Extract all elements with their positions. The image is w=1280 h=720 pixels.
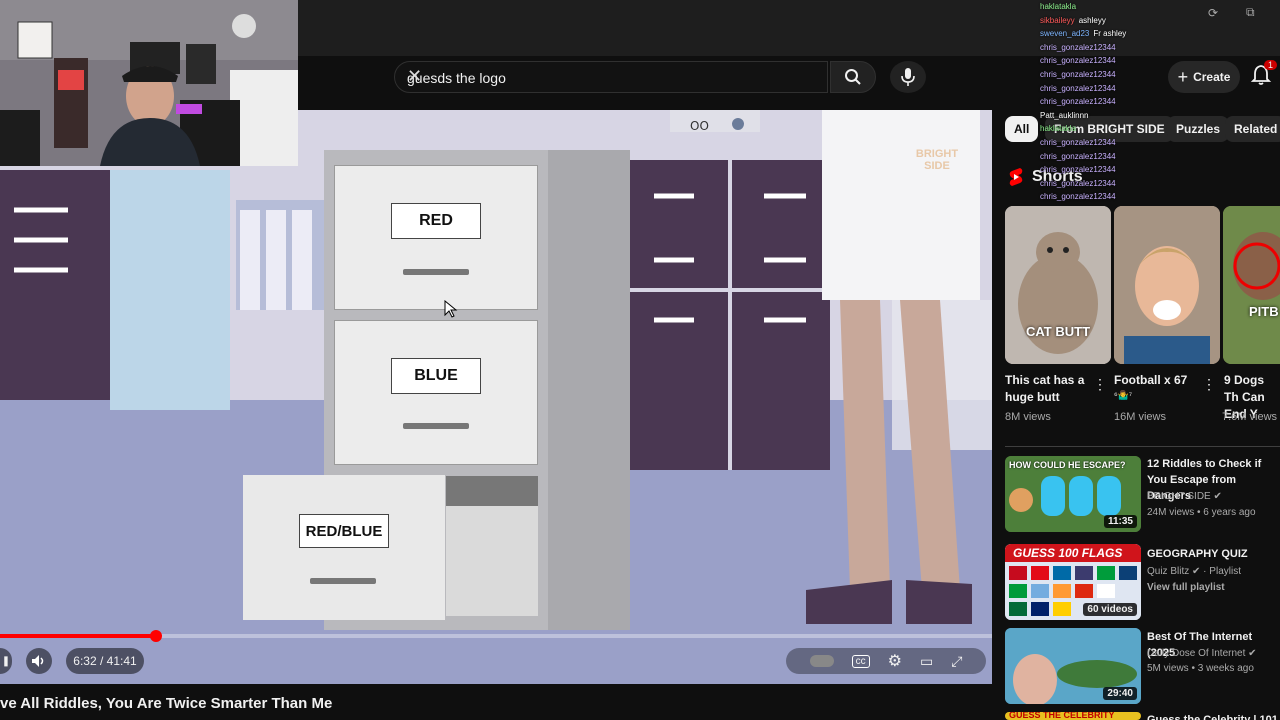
video-thumbnail[interactable]: HOW COULD HE ESCAPE? 11:35 xyxy=(1005,456,1141,532)
microphone-icon xyxy=(901,68,915,86)
channel-name[interactable]: Daily Dose Of Internet ✔ xyxy=(1147,648,1257,659)
channel-name[interactable]: Quiz Blitz ✔ · Playlist xyxy=(1147,566,1241,577)
chip-related[interactable]: Related xyxy=(1225,116,1280,142)
short-card-cat[interactable]: CAT BUTT xyxy=(1005,206,1111,364)
video-thumbnail[interactable]: 29:40 xyxy=(1005,628,1141,704)
fullscreen-icon[interactable]: ⤢ xyxy=(951,653,962,670)
chat-message: chris_gonzalez12344 xyxy=(1040,192,1116,202)
chat-message: haklatakla xyxy=(1040,124,1077,134)
extension-icon[interactable]: ⟳ xyxy=(1208,6,1218,20)
window-restore-icon[interactable]: ⧉ xyxy=(1246,5,1255,20)
video-meta: 24M views • 6 years ago xyxy=(1147,507,1256,518)
video-meta: 5M views • 3 weeks ago xyxy=(1147,663,1254,674)
chat-message: haklatakla xyxy=(1040,2,1077,11)
right-controls: cc ⚙ ▭ ⤢ xyxy=(786,648,986,674)
more-options-icon[interactable]: ⋮ xyxy=(1202,376,1216,393)
short-views: 8M views xyxy=(1005,411,1051,423)
chat-message: chris_gonzalez12344 xyxy=(1040,42,1116,52)
more-options-icon[interactable]: ⋮ xyxy=(1093,376,1107,393)
video-title: ve All Riddles, You Are Twice Smarter Th… xyxy=(0,695,333,712)
stream-chat-overlay: haklatakla sikbaileyy ashleyy sweven_ad23 Fr… xyxy=(1040,0,1190,220)
playlist-thumbnail[interactable]: GUESS 100 FLAGS 60 videos xyxy=(1005,544,1141,620)
short-overlay-text: PITB xyxy=(1249,304,1279,319)
progress-bar[interactable] xyxy=(0,634,992,638)
divider xyxy=(1005,446,1280,447)
playlist-count-badge: 60 videos xyxy=(1083,603,1137,616)
duration-badge: 29:40 xyxy=(1103,687,1137,700)
verified-icon: ✔ xyxy=(1213,491,1222,502)
chat-message: chris_gonzalez12344 xyxy=(1040,178,1116,188)
view-playlist-link[interactable]: View full playlist xyxy=(1147,582,1225,593)
drawer-handle xyxy=(310,578,376,584)
short-title[interactable]: Football x 67 xyxy=(1114,372,1200,389)
video-title-link[interactable]: Guess the Celebrity | 101 xyxy=(1147,712,1280,720)
channel-name[interactable]: BRIGHT SIDE ✔ xyxy=(1147,491,1222,502)
label-red: RED xyxy=(391,203,481,239)
short-views: 7.6M views xyxy=(1222,411,1278,423)
search-icon xyxy=(845,69,861,85)
drawer-handle xyxy=(403,269,469,275)
video-player[interactable]: OO RED BLUE RED/BLUE BRIGHT SIDE xyxy=(0,110,992,684)
progress-played xyxy=(0,634,156,638)
notification-badge: 1 xyxy=(1264,60,1278,70)
chat-message: chris_gonzalez12344 xyxy=(1040,56,1116,66)
chat-message: chris_gonzalez12344 xyxy=(1040,69,1116,79)
settings-gear-icon[interactable]: ⚙ xyxy=(888,651,902,671)
svg-text:OO: OO xyxy=(690,119,709,133)
time-display: 6:32 / 41:41 xyxy=(66,648,144,674)
chat-message: chris_gonzalez12344 xyxy=(1040,83,1116,93)
volume-button[interactable] xyxy=(26,648,52,674)
autoplay-toggle[interactable] xyxy=(809,655,834,667)
miniplayer-icon[interactable]: ▭ xyxy=(920,653,933,670)
search-bar[interactable]: guesds the logo ✕ xyxy=(394,61,828,93)
thumb-text: HOW COULD HE ESCAPE? xyxy=(1009,460,1126,470)
drawer-handle xyxy=(403,423,469,429)
short-card-dogs[interactable]: PITB xyxy=(1223,206,1280,364)
chat-message: chris_gonzalez12344 xyxy=(1040,137,1116,147)
pause-icon: ❚ xyxy=(1,655,11,667)
volume-icon xyxy=(32,655,44,667)
label-redblue: RED/BLUE xyxy=(299,514,389,548)
verified-icon: ✔ xyxy=(1192,566,1201,577)
short-views: 16M views xyxy=(1114,411,1166,423)
label-blue: BLUE xyxy=(391,358,481,394)
search-button[interactable] xyxy=(830,61,876,93)
chat-message: sweven_ad23 Fr ashley xyxy=(1040,29,1127,39)
thumb-text: GUESS 100 FLAGS xyxy=(1013,546,1123,560)
chat-message: Patt_auklinnn xyxy=(1040,110,1089,120)
captions-icon[interactable]: cc xyxy=(851,654,870,668)
channel-watermark: BRIGHT SIDE xyxy=(915,148,959,172)
video-thumbnail[interactable]: GUESS THE CELEBRITY xyxy=(1005,712,1141,720)
chip-all[interactable]: All xyxy=(1005,116,1039,142)
chat-message: sikbaileyy ashleyy xyxy=(1040,15,1106,25)
duration-badge: 11:35 xyxy=(1103,515,1137,528)
clear-search-icon[interactable]: ✕ xyxy=(407,66,821,87)
short-title[interactable]: This cat has a huge butt xyxy=(1005,372,1087,406)
shorts-icon xyxy=(1009,168,1023,186)
short-card-football[interactable] xyxy=(1114,206,1220,364)
webcam-overlay xyxy=(0,0,298,166)
mouse-cursor-icon xyxy=(444,300,458,318)
scrubber-handle[interactable] xyxy=(149,630,162,642)
video-title-link[interactable]: GEOGRAPHY QUIZ xyxy=(1147,546,1280,562)
verified-icon: ✔ xyxy=(1248,648,1257,659)
short-emoji: ⁶🤷‍♂️⁷ xyxy=(1114,390,1133,400)
short-overlay-text: CAT BUTT xyxy=(1025,324,1091,339)
chat-message: chris_gonzalez12344 xyxy=(1040,97,1116,107)
chat-message: chris_gonzalez12344 xyxy=(1040,165,1116,175)
chat-message: chris_gonzalez12344 xyxy=(1040,151,1116,161)
voice-search-button[interactable] xyxy=(890,61,926,93)
notifications-button[interactable]: 1 xyxy=(1250,60,1278,90)
